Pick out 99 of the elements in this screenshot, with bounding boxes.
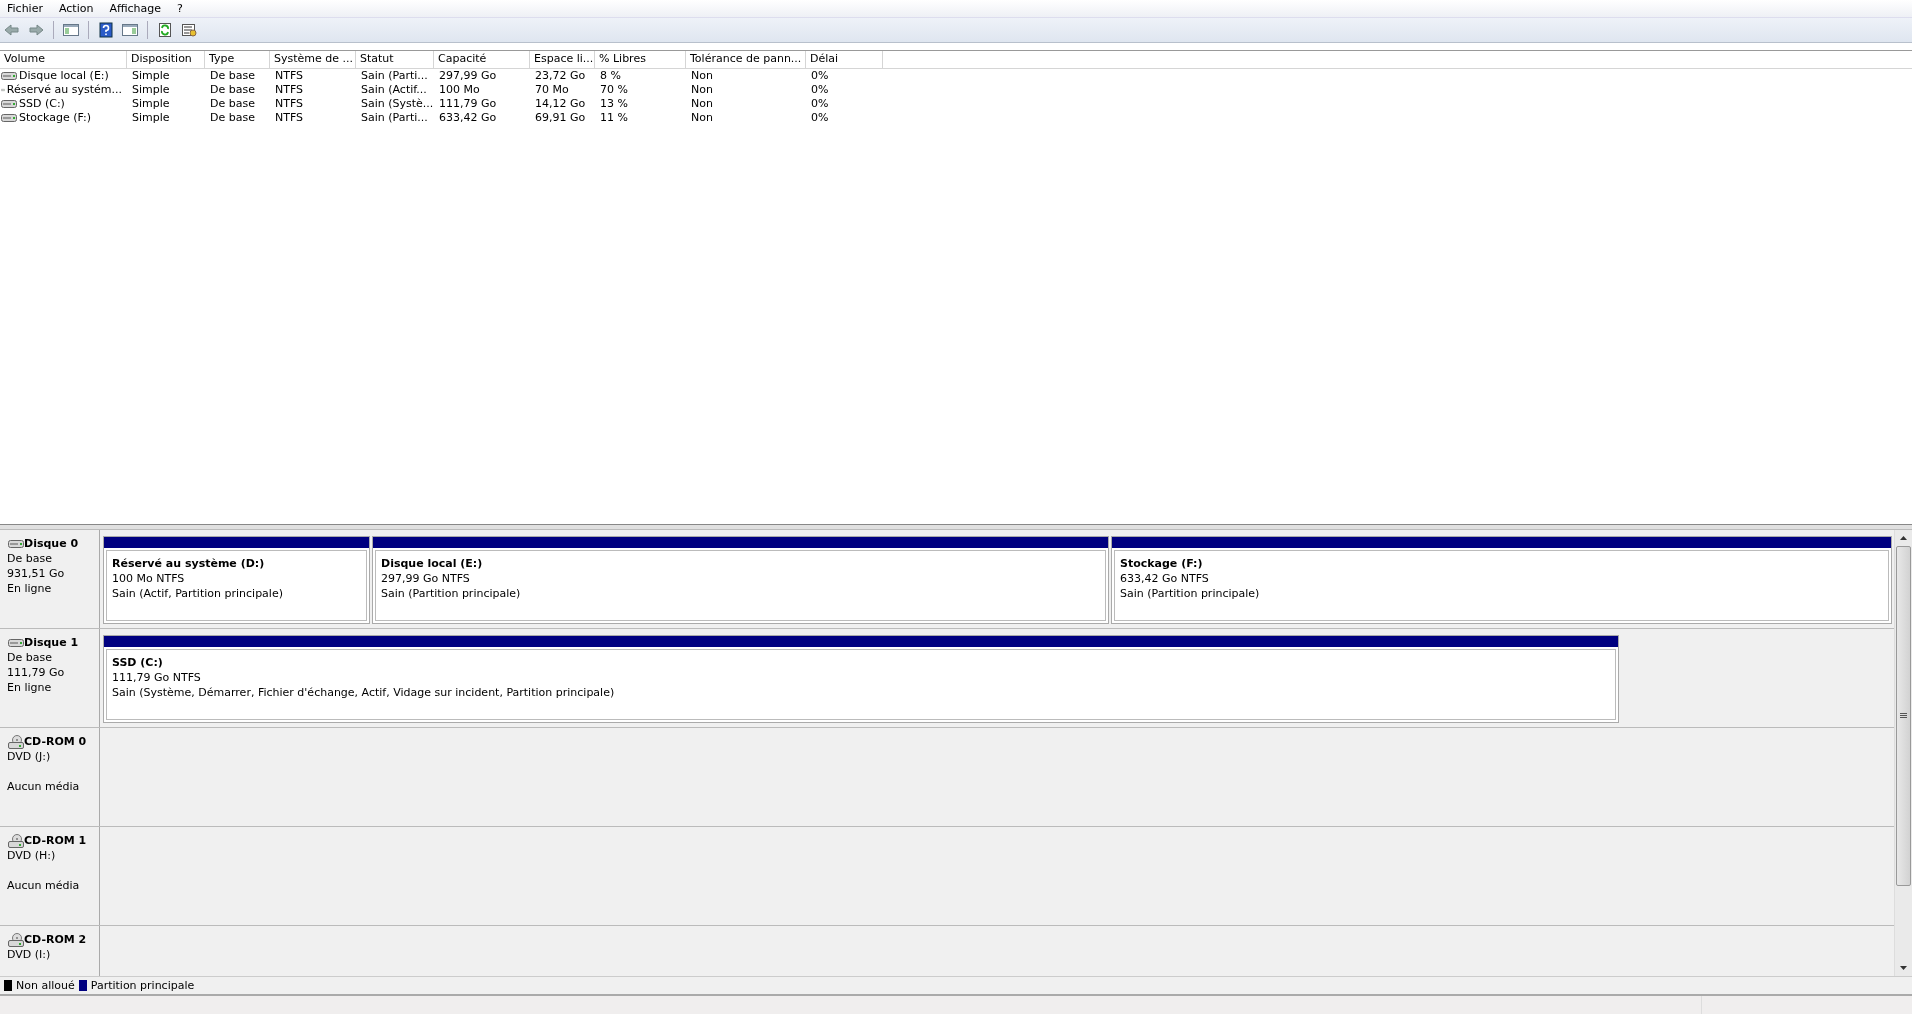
table-cell: 70 Mo: [535, 83, 569, 97]
table-cell: Non: [691, 97, 713, 111]
table-cell: Simple: [132, 83, 170, 97]
table-cell: NTFS: [275, 111, 304, 125]
table-cell: De base: [210, 83, 255, 97]
properties-icon[interactable]: [179, 21, 199, 39]
cd-drive-icon: [8, 932, 24, 947]
table-cell: 70 %: [600, 83, 628, 97]
disk-info: DVD (J:): [7, 750, 51, 763]
partition-title: Disque local (E:): [381, 557, 483, 570]
disk-name: CD-ROM 0: [24, 734, 87, 749]
table-cell: Non: [691, 69, 713, 83]
partition-size: 297,99 Go NTFS: [381, 572, 470, 585]
table-cell: SSD (C:): [19, 97, 65, 111]
cd-drive-icon: [8, 734, 24, 749]
disk-name: Disque 0: [24, 536, 79, 551]
menu-item[interactable]: Fichier: [0, 1, 52, 16]
partition-title: Stockage (F:): [1120, 557, 1203, 570]
legend-label: Non alloué: [16, 979, 75, 992]
disk-name: Disque 1: [24, 635, 79, 650]
help-icon[interactable]: [96, 21, 116, 39]
disk-info: DVD (H:): [7, 849, 56, 862]
column-header[interactable]: Délai: [806, 51, 883, 68]
table-cell: Réservé au systém...: [6, 83, 122, 97]
partition-status: Sain (Actif, Partition principale): [112, 587, 283, 600]
forward-icon[interactable]: [26, 21, 46, 39]
disk-info: De base: [7, 651, 52, 664]
menu-item[interactable]: Action: [51, 1, 103, 16]
table-cell: Non: [691, 111, 713, 125]
table-cell: Simple: [132, 69, 170, 83]
table-cell: 0%: [811, 97, 829, 111]
partition-status: Sain (Partition principale): [381, 587, 521, 600]
disk-info: 931,51 Go: [7, 567, 65, 580]
partition-title: SSD (C:): [112, 656, 163, 669]
table-cell: Simple: [132, 111, 170, 125]
table-cell: NTFS: [275, 83, 304, 97]
table-cell: Simple: [132, 97, 170, 111]
disk-info: Aucun média: [7, 780, 80, 793]
column-header[interactable]: Disposition: [127, 51, 205, 68]
table-cell: 100 Mo: [439, 83, 480, 97]
disk-name: CD-ROM 2: [24, 932, 87, 947]
table-cell: 14,12 Go: [535, 97, 586, 111]
table-cell: 13 %: [600, 97, 628, 111]
table-cell: De base: [210, 69, 255, 83]
disk-name: CD-ROM 1: [24, 833, 87, 848]
column-header[interactable]: Statut: [356, 51, 434, 68]
disk-info: 111,79 Go: [7, 666, 65, 679]
table-cell: 8 %: [600, 69, 621, 83]
partition-size: 633,42 Go NTFS: [1120, 572, 1209, 585]
column-header[interactable]: Tolérance de pann...: [686, 51, 806, 68]
table-cell: Sain (Parti...: [361, 69, 428, 83]
table-cell: NTFS: [275, 97, 304, 111]
table-cell: Sain (Parti...: [361, 111, 428, 125]
column-header[interactable]: Système de ...: [270, 51, 356, 68]
cd-drive-icon: [8, 833, 24, 848]
table-cell: 633,42 Go: [439, 111, 497, 125]
table-cell: NTFS: [275, 69, 304, 83]
scrollbar[interactable]: [1894, 530, 1912, 976]
column-header[interactable]: % Libres: [595, 51, 686, 68]
table-cell: Non: [691, 83, 713, 97]
disk-info: DVD (I:): [7, 948, 51, 961]
column-header[interactable]: Espace li...: [530, 51, 595, 68]
panel-icon[interactable]: [61, 21, 81, 39]
table-cell: Sain (Systè...: [361, 97, 434, 111]
table-cell: De base: [210, 97, 255, 111]
partition-size: 111,79 Go NTFS: [112, 671, 201, 684]
disk-info: En ligne: [7, 582, 52, 595]
partition-block[interactable]: Disque local (E:) 297,99 Go NTFS Sain (Partition principale): [372, 536, 1109, 624]
menu-item[interactable]: Affichage: [102, 1, 171, 16]
back-icon[interactable]: [2, 21, 22, 39]
partition-size: 100 Mo NTFS: [112, 572, 185, 585]
column-header[interactable]: Type: [205, 51, 270, 68]
table-cell: 297,99 Go: [439, 69, 497, 83]
table-cell: 69,91 Go: [535, 111, 586, 125]
column-header[interactable]: Volume: [0, 51, 127, 68]
table-cell: Stockage (F:): [19, 111, 91, 125]
column-header[interactable]: Capacité: [434, 51, 530, 68]
grip-icon: [1900, 713, 1907, 719]
partition-block[interactable]: Stockage (F:) 633,42 Go NTFS Sain (Partition principale): [1111, 536, 1892, 624]
disk-info: Aucun média: [7, 879, 80, 892]
table-cell: Sain (Actif...: [361, 83, 427, 97]
table-cell: 111,79 Go: [439, 97, 497, 111]
partition-status: Sain (Partition principale): [1120, 587, 1260, 600]
disk-info: De base: [7, 552, 52, 565]
panel-icon[interactable]: [120, 21, 140, 39]
legend-label: Partition principale: [90, 979, 195, 992]
table-cell: 0%: [811, 83, 829, 97]
partition-block[interactable]: Réservé au système (D:) 100 Mo NTFS Sain (Actif, Partition principale): [103, 536, 370, 624]
partition-block[interactable]: SSD (C:) 111,79 Go NTFS Sain (Système, Démarrer, Fichier d'échange, Actif, Vidage sur incident, Partition principale): [103, 635, 1619, 723]
table-cell: Disque local (E:): [19, 69, 109, 83]
partition-title: Réservé au système (D:): [112, 557, 265, 570]
table-cell: 23,72 Go: [535, 69, 586, 83]
table-cell: 0%: [811, 111, 829, 125]
menu-item[interactable]: ?: [170, 1, 192, 16]
table-cell: 11 %: [600, 111, 628, 125]
table-cell: De base: [210, 111, 255, 125]
table-cell: 0%: [811, 69, 829, 83]
disk-info: En ligne: [7, 681, 52, 694]
partition-status: Sain (Système, Démarrer, Fichier d'échange, Actif, Vidage sur incident, Partition principale): [112, 686, 615, 699]
